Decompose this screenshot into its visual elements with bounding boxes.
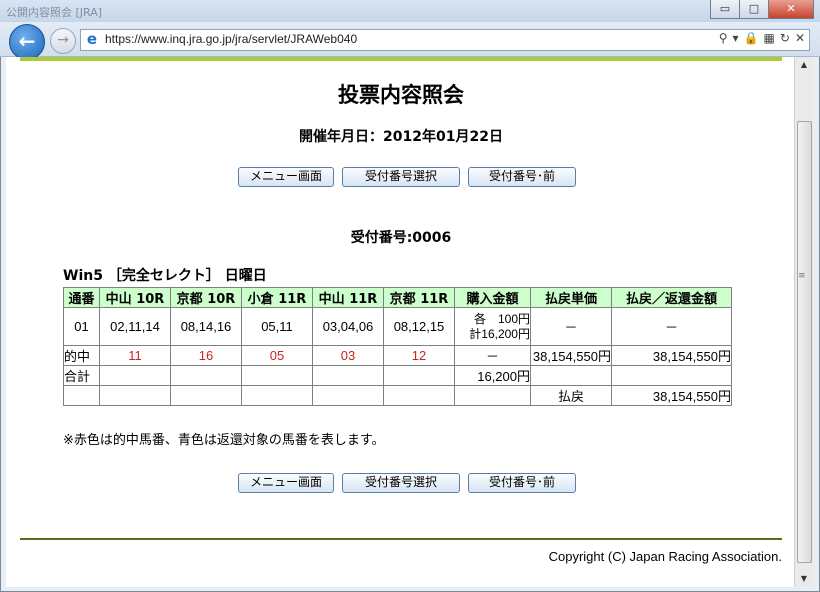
empty-cell [170,385,242,406]
payout-cell: － [611,307,732,346]
table-header: 通番 [63,287,100,308]
header-rule [20,57,782,61]
refund-label: 払戻 [530,385,612,406]
purchase-amount-cell: 各 100円 計16,200円 [454,307,531,346]
empty-cell [241,385,313,406]
hit-label: 的中 [63,345,100,366]
scroll-down-icon[interactable]: ▼ [795,571,813,587]
minimize-button[interactable]: ▭ [710,0,740,19]
color-note: ※赤色は的中馬番、青色は返還対象の馬番を表します。 [63,433,385,448]
empty-cell [383,385,455,406]
table-header: 払戻／返還金額 [611,287,732,308]
table-header: 小倉 11R [241,287,313,308]
hit-amount-cell: － [454,345,531,366]
receipt-prev-button[interactable]: 受付番号･前 [468,473,576,493]
title-bar: 公開内容照会 [JRA] ▭ □ ✕ [0,0,820,24]
table-row: 01 02,11,14 08,14,16 05,11 03,04,06 08,1… [63,307,732,346]
forward-button[interactable]: → [50,28,76,54]
maximize-button[interactable]: □ [739,0,769,19]
stop-icon[interactable]: ✕ [795,31,805,45]
receipt-number: 受付番号:0006 [350,230,452,246]
table-header: 京都 10R [170,287,242,308]
ie-page-icon: e [86,30,98,48]
table-row: 的中 11 16 05 03 12 － 38,154,550円 38,154,5… [63,345,732,366]
scroll-thumb[interactable] [797,121,812,563]
hit-number: 12 [383,345,455,366]
footer-rule [20,538,782,540]
empty-cell [99,385,171,406]
unit-payout-cell: － [530,307,612,346]
table-row: 払戻 38,154,550円 [63,385,732,406]
empty-cell [170,365,242,386]
lock-icon[interactable]: 🔒 [744,31,759,45]
forward-arrow-icon: → [57,32,69,48]
empty-cell [99,365,171,386]
table-header: 払戻単価 [530,287,612,308]
empty-cell [611,365,732,386]
menu-button[interactable]: メニュー画面 [238,473,334,493]
scroll-grip-icon: ≡ [798,271,806,281]
race-date: 開催年月日：2012年01月22日 [299,129,503,145]
table-row: 合計 16,200円 [63,365,732,386]
receipt-select-button[interactable]: 受付番号選択 [342,473,460,493]
empty-cell [241,365,313,386]
compat-view-icon[interactable]: ▦ [764,31,775,45]
page-title: 投票内容照会 [338,83,464,107]
refund-payout-cell: 38,154,550円 [611,385,732,406]
bet-kind: Win5 ［完全セレクト］ 日曜日 [63,268,267,284]
receipt-prev-button[interactable]: 受付番号･前 [468,167,576,187]
hit-number: 16 [170,345,242,366]
menu-button[interactable]: メニュー画面 [238,167,334,187]
selection-cell: 05,11 [241,307,313,346]
selection-cell: 03,04,06 [312,307,384,346]
amount-each: 各 100円 [473,311,530,326]
hit-number: 05 [241,345,313,366]
total-amount-cell: 16,200円 [454,365,531,386]
back-arrow-icon: ← [18,29,36,53]
back-button[interactable]: ← [9,24,45,60]
empty-cell [312,385,384,406]
serial-cell: 01 [63,307,100,346]
selection-cell: 02,11,14 [99,307,171,346]
table-header: 中山 11R [312,287,384,308]
hit-number: 11 [99,345,171,366]
close-button[interactable]: ✕ [768,0,814,19]
page-content: 投票内容照会 開催年月日：2012年01月22日 メニュー画面 受付番号選択 受… [6,57,794,587]
selection-cell: 08,14,16 [170,307,242,346]
table-header: 購入金額 [454,287,531,308]
hit-number: 03 [312,345,384,366]
hit-payout-cell: 38,154,550円 [611,345,732,366]
bottom-button-row: メニュー画面 受付番号選択 受付番号･前 [238,473,576,493]
total-label: 合計 [63,365,100,386]
scroll-up-icon[interactable]: ▲ [795,57,813,73]
vertical-scrollbar[interactable]: ▲ ≡ ▼ [794,57,813,587]
table-header-row: 通番 中山 10R 京都 10R 小倉 11R 中山 11R 京都 11R 購入… [63,287,732,308]
copyright: Copyright (C) Japan Racing Association. [548,549,782,564]
empty-cell [63,385,100,406]
empty-cell [530,365,612,386]
top-button-row: メニュー画面 受付番号選択 受付番号･前 [238,167,576,187]
refresh-icon[interactable]: ↻ [780,31,790,45]
address-bar[interactable]: e https://www.inq.jra.go.jp/jra/servlet/… [80,29,810,51]
selection-cell: 08,12,15 [383,307,455,346]
window-title: 公開内容照会 [JRA] [6,6,103,19]
url-text[interactable]: https://www.inq.jra.go.jp/jra/servlet/JR… [105,32,357,46]
empty-cell [312,365,384,386]
empty-cell [383,365,455,386]
dropdown-icon[interactable]: ▾ [733,31,739,45]
receipt-select-button[interactable]: 受付番号選択 [342,167,460,187]
empty-cell [454,385,531,406]
hit-unit-payout-cell: 38,154,550円 [530,345,612,366]
table-header: 京都 11R [383,287,455,308]
bet-table: 通番 中山 10R 京都 10R 小倉 11R 中山 11R 京都 11R 購入… [63,287,732,406]
search-icon[interactable]: ⚲ [719,31,728,45]
amount-total: 計16,200円 [469,326,530,341]
table-header: 中山 10R [99,287,171,308]
